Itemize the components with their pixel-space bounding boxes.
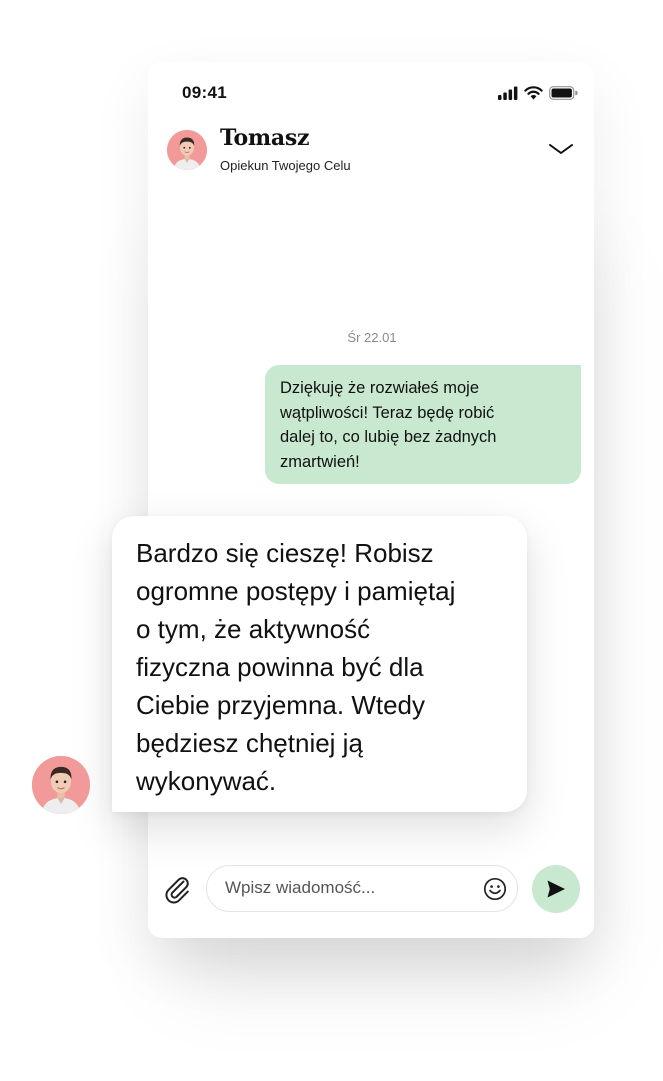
message-line: fizyczna powinna być dla	[136, 652, 424, 682]
battery-icon	[549, 86, 578, 100]
date-separator: Śr 22.01	[347, 330, 397, 345]
message-line: Dziękuję że rozwiałeś moje	[280, 379, 479, 397]
message-line: wykonywać.	[136, 766, 277, 796]
message-line: Bardzo się cieszę! Robisz	[136, 538, 434, 568]
message-line: będziesz chętniej ją	[136, 728, 363, 758]
chat-screen: 09:41 Tomasz Opiekun Twojego Celu Śr 22.…	[0, 0, 663, 1081]
message-line: Ciebie przyjemna. Wtedy	[136, 690, 425, 720]
chevron-down-icon[interactable]	[548, 140, 574, 158]
incoming-message-bubble: Bardzo się cieszę! Robisz ogromne postęp…	[112, 516, 527, 812]
signal-icon	[498, 86, 518, 100]
sender-avatar	[32, 756, 90, 814]
smiley-icon[interactable]	[483, 877, 507, 901]
message-line: dalej to, co lubię bez żadnych	[280, 428, 497, 446]
paperclip-icon[interactable]	[160, 872, 194, 906]
message-input[interactable]	[225, 866, 465, 910]
message-line: o tym, że aktywność	[136, 614, 371, 644]
message-line: wątpliwości! Teraz będę robić	[280, 403, 495, 422]
status-time: 09:41	[182, 83, 227, 102]
outgoing-message-bubble: Dziękuję że rozwiałeś moje wątpliwości! …	[265, 365, 581, 484]
message-line: ogromne postępy i pamiętaj	[136, 576, 456, 606]
message-input-container	[206, 865, 518, 912]
send-button[interactable]	[532, 865, 580, 913]
avatar[interactable]	[167, 130, 207, 170]
contact-role: Opiekun Twojego Celu	[220, 158, 351, 173]
wifi-icon	[524, 86, 543, 100]
contact-name: Tomasz	[220, 125, 310, 151]
person-icon	[167, 130, 207, 170]
person-icon	[32, 756, 90, 814]
message-line: zmartwień!	[280, 452, 360, 471]
send-icon	[547, 880, 565, 898]
status-icons	[498, 84, 580, 102]
